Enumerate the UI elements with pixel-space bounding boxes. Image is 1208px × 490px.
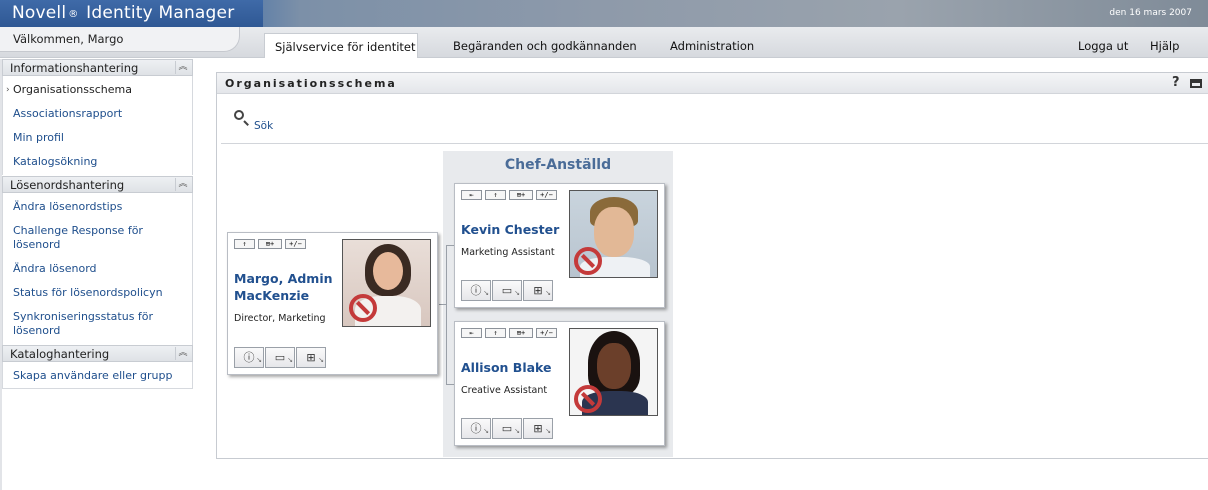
- face-shape: [594, 207, 634, 257]
- selected-bullet-icon: ›: [6, 85, 10, 95]
- expand-reports-button[interactable]: ⊞+: [258, 239, 282, 249]
- section-title: Kataloghantering: [10, 347, 110, 361]
- card-toolbar: ↑ ⊞+ +/−: [234, 239, 306, 249]
- person-name[interactable]: Margo, Admin MacKenzie: [234, 270, 334, 304]
- tab-self-service[interactable]: Självservice för identitet: [264, 33, 418, 58]
- tab-requests-approvals[interactable]: Begäranden och godkännanden: [453, 39, 637, 53]
- up-level-button[interactable]: ↑: [485, 328, 506, 338]
- card-actions: ⓘ ▭ ⊞: [461, 418, 553, 441]
- info-icon[interactable]: ⓘ: [461, 280, 491, 303]
- email-icon[interactable]: ▭: [492, 280, 522, 303]
- sidebar-item-create-user-group[interactable]: Skapa användare eller grupp: [13, 369, 183, 383]
- no-entry-icon: [349, 294, 377, 322]
- current-date: den 16 mars 2007: [1109, 8, 1192, 18]
- email-icon[interactable]: ▭: [492, 418, 522, 441]
- email-icon[interactable]: ▭: [265, 347, 295, 370]
- face-shape: [373, 252, 403, 290]
- tab-administration[interactable]: Administration: [670, 39, 754, 53]
- sidebar-item-directory-search[interactable]: Katalogsökning: [13, 155, 183, 169]
- org-chart-icon[interactable]: ⊞: [296, 347, 326, 370]
- card-actions: ⓘ ▭ ⊞: [461, 280, 553, 303]
- section-title: Lösenordshantering: [10, 178, 125, 192]
- toggle-button[interactable]: +/−: [536, 328, 557, 338]
- sidebar-item-my-profile[interactable]: Min profil: [13, 131, 183, 145]
- connector-line: [446, 245, 447, 384]
- print-icon[interactable]: [1190, 79, 1202, 88]
- connector-line: [446, 384, 454, 385]
- portlet-title: Organisationsschema: [225, 77, 397, 90]
- portlet-title-bar: Organisationsschema ?: [217, 73, 1208, 94]
- sidebar-section-info-management[interactable]: Informationshantering ︽: [2, 59, 193, 76]
- person-name[interactable]: Kevin Chester: [461, 221, 559, 238]
- group-title: Chef-Anställd: [504, 157, 612, 173]
- section-title: Informationshantering: [10, 61, 139, 75]
- expand-reports-button[interactable]: ⊞+: [509, 328, 533, 338]
- card-toolbar: ⇤ ↑ ⊞+ +/−: [461, 190, 557, 200]
- brand-name: Identity Manager: [86, 3, 235, 23]
- card-toolbar: ⇤ ↑ ⊞+ +/−: [461, 328, 557, 338]
- collapse-icon[interactable]: ︽: [175, 347, 190, 360]
- sidebar-section-password-management[interactable]: Lösenordshantering ︽: [2, 176, 193, 193]
- sidebar-item-org-chart[interactable]: Organisationsschema: [13, 83, 183, 97]
- portlet-toolbar: Sök: [221, 94, 1208, 144]
- sidebar-section-directory-management[interactable]: Kataloghantering ︽: [2, 345, 193, 362]
- org-chart-icon[interactable]: ⊞: [523, 280, 553, 303]
- info-icon[interactable]: ⓘ: [461, 418, 491, 441]
- person-title: Director, Marketing: [234, 313, 326, 324]
- welcome-panel: Välkommen, Margo: [0, 27, 240, 52]
- person-card-report[interactable]: ⇤ ↑ ⊞+ +/− Allison Blake Creative Assist…: [454, 321, 665, 446]
- person-title: Marketing Assistant: [461, 247, 555, 258]
- up-level-button[interactable]: ↑: [485, 190, 506, 200]
- back-button[interactable]: ⇤: [461, 328, 482, 338]
- expand-reports-button[interactable]: ⊞+: [509, 190, 533, 200]
- person-name[interactable]: Allison Blake: [461, 359, 552, 376]
- person-title: Creative Assistant: [461, 385, 548, 396]
- help-link[interactable]: Hjälp: [1150, 39, 1179, 53]
- card-actions: ⓘ ▭ ⊞: [234, 347, 326, 370]
- connector-line: [439, 304, 446, 305]
- face-shape: [597, 343, 631, 389]
- tab-self-service-label: Självservice för identitet: [275, 40, 416, 54]
- sidebar-item-change-hint[interactable]: Ändra lösenordstips: [13, 200, 183, 214]
- person-photo: [569, 190, 658, 278]
- person-photo: [342, 239, 431, 327]
- sidebar-item-password-policy-status[interactable]: Status för lösenordspolicyn: [13, 286, 183, 300]
- no-entry-icon: [574, 385, 602, 413]
- brand-logo: Novell ® Identity Manager: [0, 0, 263, 27]
- search-icon[interactable]: [234, 110, 244, 120]
- info-icon[interactable]: ⓘ: [234, 347, 264, 370]
- collapse-icon[interactable]: ︽: [175, 178, 190, 191]
- sidebar-item-change-password[interactable]: Ändra lösenord: [13, 262, 183, 276]
- toggle-button[interactable]: +/−: [285, 239, 306, 249]
- toggle-button[interactable]: +/−: [536, 190, 557, 200]
- collapse-icon[interactable]: ︽: [175, 61, 190, 74]
- no-entry-icon: [574, 247, 602, 275]
- brand-reg: ®: [68, 9, 79, 20]
- person-card-report[interactable]: ⇤ ↑ ⊞+ +/− Kevin Chester Marketing Assis…: [454, 183, 665, 308]
- org-chart-icon[interactable]: ⊞: [523, 418, 553, 441]
- connector-line: [446, 245, 454, 246]
- sidebar-item-challenge-response[interactable]: Challenge Response för lösenord: [13, 224, 183, 252]
- brand-prefix: Novell: [12, 3, 67, 23]
- logout-link[interactable]: Logga ut: [1078, 39, 1128, 53]
- welcome-text: Välkommen, Margo: [13, 32, 124, 46]
- sidebar-item-association-report[interactable]: Associationsrapport: [13, 107, 183, 121]
- person-card-manager[interactable]: ↑ ⊞+ +/− Margo, Admin MacKenzie Director…: [227, 232, 438, 375]
- search-link[interactable]: Sök: [254, 120, 273, 132]
- help-icon[interactable]: ?: [1172, 75, 1180, 90]
- up-level-button[interactable]: ↑: [234, 239, 255, 249]
- back-button[interactable]: ⇤: [461, 190, 482, 200]
- person-photo: [569, 328, 658, 416]
- sidebar-item-password-sync-status[interactable]: Synkroniseringsstatus för lösenord: [13, 310, 183, 338]
